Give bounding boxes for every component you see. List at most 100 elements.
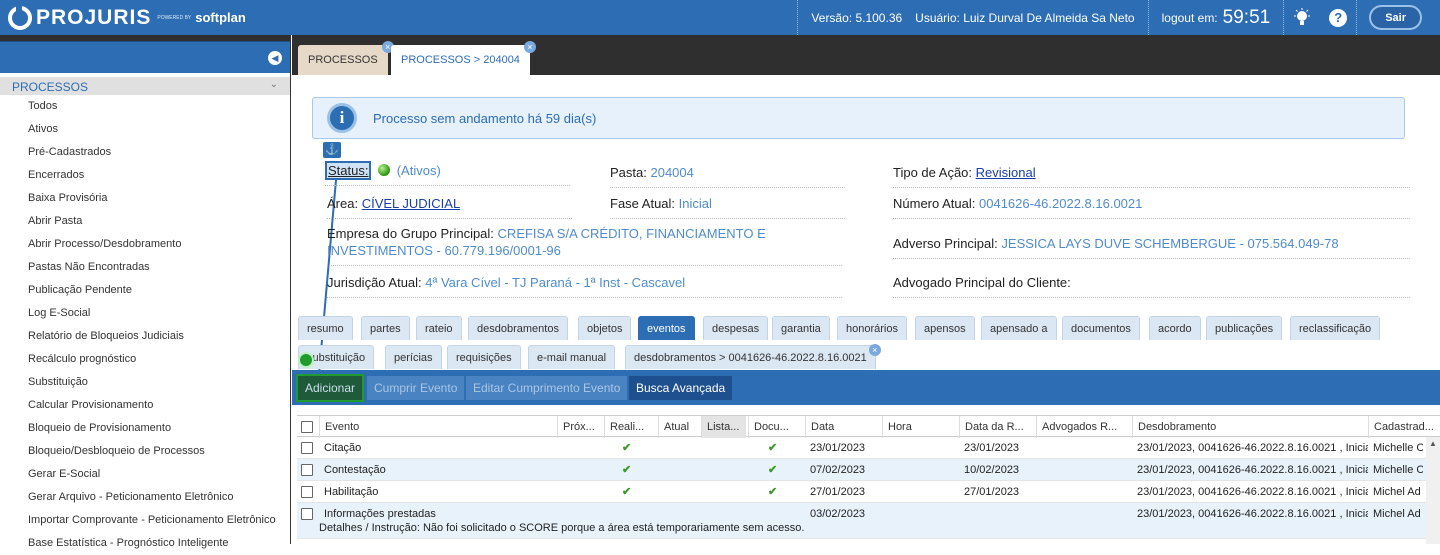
user-text: Usuário: Luiz Durval De Almeida Sa Neto: [915, 10, 1135, 25]
tab-processo-204004[interactable]: PROCESSOS > 204004 ×: [391, 41, 536, 75]
tab-apensos[interactable]: apensos: [915, 316, 975, 340]
cell-data-r: 27/01/2023: [964, 486, 1020, 498]
tab-honorarios[interactable]: honorários: [837, 316, 907, 340]
sidebar-item-pre-cadastrados[interactable]: Pré-Cadastrados: [0, 141, 290, 164]
events-toolbar: Adicionar Cumprir Evento Editar Cumprime…: [292, 370, 1440, 405]
tab-eventos[interactable]: eventos: [638, 316, 695, 340]
sidebar-item-todos[interactable]: Todos: [0, 95, 290, 118]
sidebar-item-log-esocial[interactable]: Log E-Social: [0, 302, 290, 325]
area-link[interactable]: CÍVEL JUDICIAL: [362, 196, 461, 211]
col-documento[interactable]: Docu...: [748, 416, 798, 438]
powered-by: POWERED BY: [157, 14, 192, 21]
area-label: Área:: [327, 196, 359, 211]
tab-desdobramentos[interactable]: desdobramentos: [468, 316, 568, 340]
sidebar-item-publicacao-pendente[interactable]: Publicação Pendente: [0, 279, 290, 302]
sidebar-item-relatorio-bloqueios[interactable]: Relatório de Bloqueios Judiciais: [0, 325, 290, 348]
select-all-checkbox[interactable]: [301, 421, 313, 433]
close-tab-icon[interactable]: ×: [523, 41, 536, 53]
collapse-sidebar-icon[interactable]: ◀: [268, 51, 282, 65]
cell-data-r: 10/02/2023: [964, 464, 1020, 476]
fase-label: Fase Atual:: [610, 196, 676, 211]
cell-data: 27/01/2023: [810, 486, 866, 498]
cell-data: 03/02/2023: [810, 508, 866, 520]
row-checkbox[interactable]: [301, 486, 313, 498]
tab-requisicoes[interactable]: requisições: [447, 345, 521, 369]
sidebar-item-abrir-processo[interactable]: Abrir Processo/Desdobramento: [0, 233, 290, 256]
sidebar-item-bloqueio-provisionamento[interactable]: Bloqueio de Provisionamento: [0, 417, 290, 440]
col-data-r[interactable]: Data da R...: [959, 416, 1034, 438]
table-row[interactable]: Habilitação ✔ ✔ 27/01/2023 27/01/2023 23…: [297, 481, 1440, 503]
sidebar-item-encerrados[interactable]: Encerrados: [0, 164, 290, 187]
row-checkbox[interactable]: [301, 442, 313, 454]
tab-reclassificacao[interactable]: reclassificação: [1290, 316, 1381, 340]
cell-cadastrado: Michel Ad: [1373, 486, 1421, 498]
tab-rateio[interactable]: rateio: [416, 316, 462, 340]
row-checkbox[interactable]: [301, 464, 313, 476]
tab-processos[interactable]: PROCESSOS ×: [298, 41, 394, 75]
busca-avancada-button[interactable]: Busca Avançada: [629, 376, 733, 400]
tab-garantia[interactable]: garantia: [772, 316, 830, 340]
status-label[interactable]: Status:: [325, 161, 372, 180]
sidebar-item-recalculo[interactable]: Recálculo prognóstico: [0, 348, 290, 371]
empresa-label: Empresa do Grupo Principal:: [327, 226, 494, 241]
pasta-field: Pasta: 204004: [610, 164, 845, 188]
tab-email-manual[interactable]: e-mail manual: [528, 345, 616, 369]
projuris-logo[interactable]: PROJURIS POWERED BY softplan: [8, 0, 246, 35]
tab-acordo[interactable]: acordo: [1149, 316, 1201, 340]
logout-button[interactable]: Sair: [1369, 5, 1422, 30]
tab-objetos[interactable]: objetos: [578, 316, 632, 340]
sidebar-item-gerar-esocial[interactable]: Gerar E-Social: [0, 463, 290, 486]
help-button[interactable]: ?: [1320, 0, 1356, 35]
sidebar-section-processos[interactable]: PROCESSOS ⌄: [0, 77, 290, 95]
close-tab-icon[interactable]: ×: [868, 344, 881, 356]
col-evento[interactable]: Evento: [319, 416, 559, 438]
lightbulb-icon[interactable]: [1284, 0, 1320, 35]
col-data[interactable]: Data: [805, 416, 880, 438]
editar-cumprimento-button[interactable]: Editar Cumprimento Evento: [466, 376, 628, 400]
sidebar-item-gerar-arquivo[interactable]: Gerar Arquivo - Peticionamento Eletrônic…: [0, 486, 290, 509]
sidebar-item-importar-comprovante[interactable]: Importar Comprovante - Peticionamento El…: [0, 509, 290, 532]
tab-resumo[interactable]: resumo: [298, 316, 353, 340]
sidebar-item-bloqueio-desbloqueio[interactable]: Bloqueio/Desbloqueio de Processos: [0, 440, 290, 463]
row-checkbox[interactable]: [301, 508, 313, 520]
sidebar-item-pastas-nao-encontradas[interactable]: Pastas Não Encontradas: [0, 256, 290, 279]
tipo-acao-link[interactable]: Revisional: [976, 165, 1036, 180]
cell-evento: Contestação: [324, 464, 386, 476]
sidebar-item-substituicao[interactable]: Substituição: [0, 371, 290, 394]
cell-data: 23/01/2023: [810, 442, 866, 454]
col-lista[interactable]: Lista...: [701, 416, 746, 438]
advogado-field: Advogado Principal do Cliente:: [893, 274, 1410, 298]
table-scrollbar[interactable]: [1426, 437, 1440, 544]
tab-despesas[interactable]: despesas: [703, 316, 769, 340]
tab-pericias[interactable]: perícias: [385, 345, 442, 369]
table-row[interactable]: Informações prestadas 03/02/2023 23/01/2…: [297, 503, 1440, 539]
tab-apensado-a[interactable]: apensado a: [981, 316, 1057, 340]
tab-documentos[interactable]: documentos: [1062, 316, 1140, 340]
table-row[interactable]: Citação ✔ ✔ 23/01/2023 23/01/2023 23/01/…: [297, 437, 1440, 459]
table-row[interactable]: Contestação ✔ ✔ 07/02/2023 10/02/2023 23…: [297, 459, 1440, 481]
check-icon: ✔: [622, 486, 632, 498]
sidebar-header: ◀: [0, 41, 290, 73]
logout-time: 59:51: [1222, 6, 1271, 28]
tab-desdobramento-detail[interactable]: desdobramentos > 0041626-46.2022.8.16.00…: [625, 344, 881, 369]
sidebar-item-baixa-provisoria[interactable]: Baixa Provisória: [0, 187, 290, 210]
cumprir-evento-button[interactable]: Cumprir Evento: [367, 376, 465, 400]
col-advogados[interactable]: Advogados R...: [1036, 416, 1131, 438]
logout-timer: logout em: 59:51: [1149, 0, 1284, 35]
col-cadastrado[interactable]: Cadastrad...: [1368, 416, 1440, 438]
target-icon: [298, 352, 314, 368]
adverso-value: JESSICA LAYS DUVE SCHEMBERGUE - 075.564.…: [1001, 236, 1339, 251]
tab-partes[interactable]: partes: [361, 316, 410, 340]
tab-publicacoes[interactable]: publicações: [1206, 316, 1283, 340]
sidebar-item-ativos[interactable]: Ativos: [0, 118, 290, 141]
col-proximo[interactable]: Próx...: [557, 416, 602, 438]
col-desdobramento[interactable]: Desdobramento: [1132, 416, 1368, 438]
sidebar-item-calcular-provisionamento[interactable]: Calcular Provisionamento: [0, 394, 290, 417]
sidebar-item-abrir-pasta[interactable]: Abrir Pasta: [0, 210, 290, 233]
tipo-acao-label: Tipo de Ação:: [893, 165, 973, 180]
col-hora[interactable]: Hora: [882, 416, 957, 438]
col-realizado[interactable]: Reali...: [604, 416, 654, 438]
add-event-button[interactable]: Adicionar: [296, 374, 365, 402]
advogado-label: Advogado Principal do Cliente:: [893, 275, 1071, 290]
col-atual[interactable]: Atual: [658, 416, 698, 438]
